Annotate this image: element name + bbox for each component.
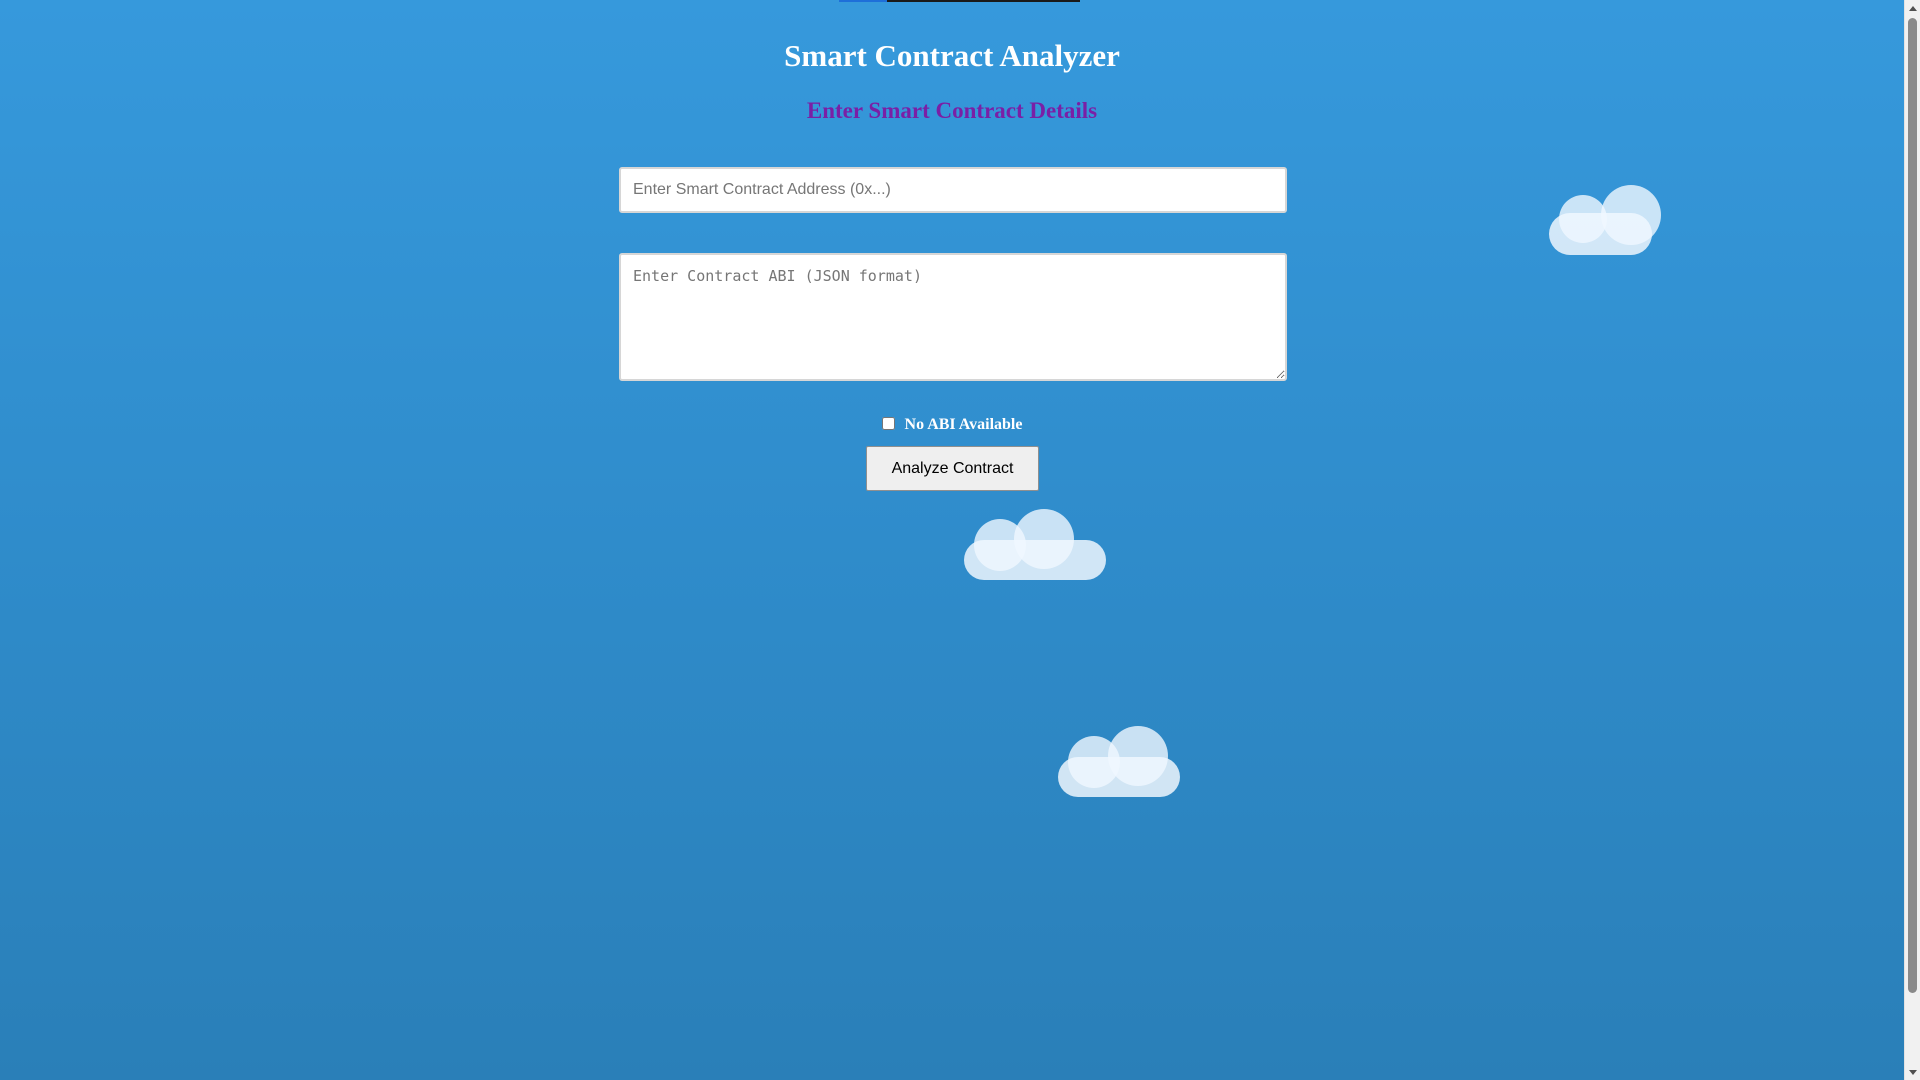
scrollbar-thumb[interactable] [1908,18,1917,993]
no-abi-label[interactable]: No ABI Available [905,416,1023,433]
form-subtitle: Enter Smart Contract Details [806,98,1098,123]
cloud-icon [964,507,1106,581]
cloud-icon [1549,183,1663,257]
no-abi-row: No ABI Available [0,416,1904,434]
contract-address-input[interactable] [619,167,1287,213]
cloud-icon [1058,724,1180,798]
vertical-scrollbar[interactable] [1904,0,1920,1080]
page-title: Smart Contract Analyzer [784,38,1120,73]
analyze-contract-button[interactable]: Analyze Contract [866,446,1039,491]
loading-progress-fill [839,0,888,2]
scroll-up-arrow-icon[interactable] [1905,0,1920,16]
page-background: Smart Contract Analyzer Enter Smart Cont… [0,0,1904,1080]
contract-abi-textarea[interactable] [619,253,1287,381]
loading-progress-bar [839,0,1080,2]
scroll-down-arrow-icon[interactable] [1905,1064,1920,1080]
no-abi-checkbox[interactable] [881,416,895,430]
